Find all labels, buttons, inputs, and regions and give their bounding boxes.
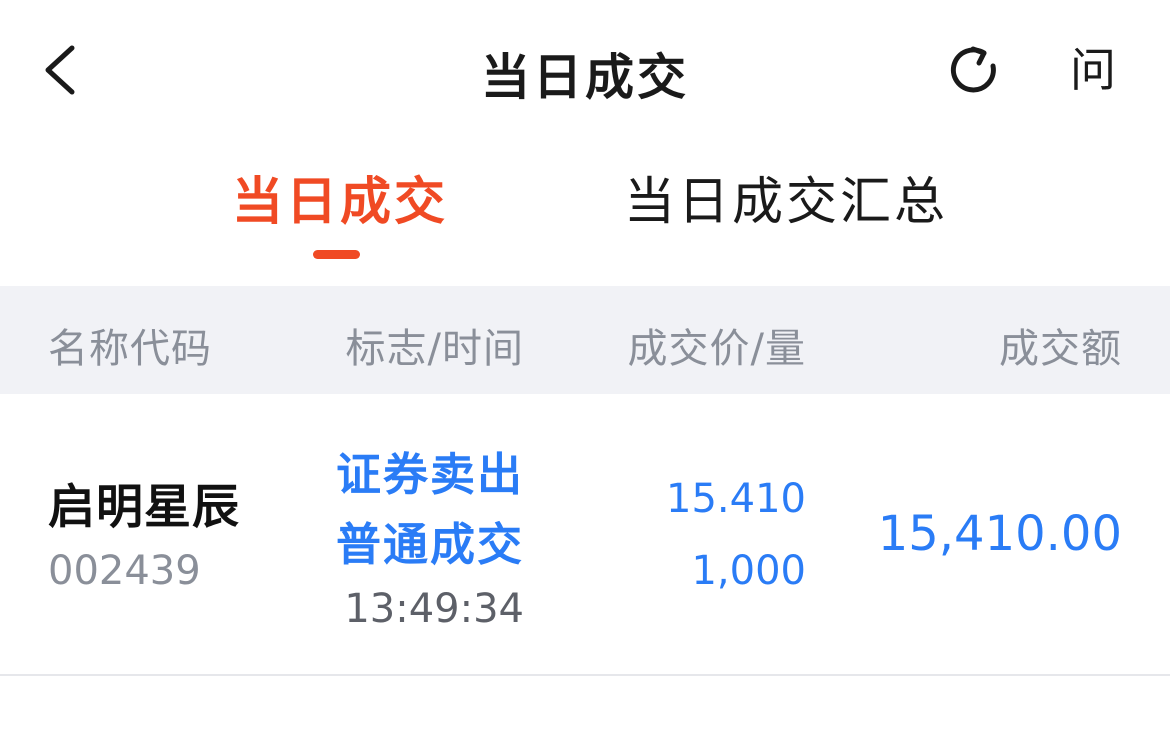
header-name-code: 名称代码	[48, 326, 212, 372]
trade-screen: 当日成交 问 当日成交 当日成交汇总 名称代码 标志/时间 成交价/量 成交额 …	[0, 0, 1170, 738]
help-button[interactable]: 问	[1064, 40, 1122, 100]
tab-daily-trades-summary[interactable]: 当日成交汇总	[624, 160, 948, 234]
stock-name: 启明星辰	[48, 480, 240, 535]
trade-amount: 15,410.00	[877, 506, 1122, 562]
trade-quantity: 1,000	[691, 548, 806, 594]
trade-time: 13:49:34	[344, 586, 524, 632]
table-row[interactable]: 启明星辰 002439 证券卖出 普通成交 13:49:34 15.410 1,…	[0, 394, 1170, 675]
tab-bar: 当日成交 当日成交汇总	[0, 140, 1170, 286]
refresh-button[interactable]	[944, 44, 1002, 98]
trade-type: 普通成交	[335, 518, 524, 571]
active-tab-indicator	[313, 250, 360, 259]
header-price-quantity: 成交价/量	[627, 326, 806, 372]
header-amount: 成交额	[999, 326, 1122, 372]
header-flag-time: 标志/时间	[345, 326, 524, 372]
table-header: 名称代码 标志/时间 成交价/量 成交额	[0, 286, 1170, 394]
refresh-icon	[950, 46, 996, 93]
trade-direction: 证券卖出	[335, 448, 524, 501]
trade-price: 15.410	[666, 476, 806, 522]
stock-code: 002439	[48, 548, 201, 594]
navigation-bar: 当日成交 问	[0, 0, 1170, 140]
row-divider	[0, 674, 1170, 676]
tab-daily-trades[interactable]: 当日成交	[232, 160, 448, 234]
